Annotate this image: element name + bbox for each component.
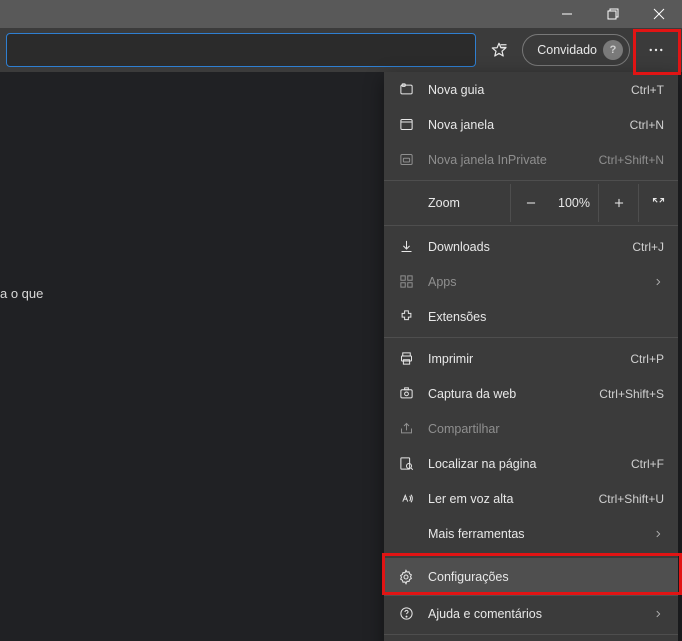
menu-label: Downloads xyxy=(428,240,618,254)
menu-item-print[interactable]: Imprimir Ctrl+P xyxy=(384,341,678,376)
page-text-fragment: a o que xyxy=(0,286,43,301)
settings-and-more-menu: Nova guia Ctrl+T Nova janela Ctrl+N Nova… xyxy=(384,72,678,641)
menu-shortcut: Ctrl+P xyxy=(630,352,664,366)
menu-item-share: Compartilhar xyxy=(384,411,678,446)
menu-separator xyxy=(384,225,678,226)
menu-separator xyxy=(384,554,678,555)
menu-shortcut: Ctrl+Shift+S xyxy=(599,387,664,401)
menu-shortcut: Ctrl+Shift+U xyxy=(599,492,664,506)
window-minimize-button[interactable] xyxy=(544,0,590,28)
zoom-label: Zoom xyxy=(428,196,510,210)
zoom-out-button[interactable] xyxy=(510,184,550,222)
chevron-right-icon xyxy=(652,609,664,619)
menu-shortcut: Ctrl+F xyxy=(631,457,664,471)
help-icon xyxy=(398,606,414,622)
zoom-percent: 100% xyxy=(550,196,598,210)
menu-item-read-aloud[interactable]: Ler em voz alta Ctrl+Shift+U xyxy=(384,481,678,516)
window-close-button[interactable] xyxy=(636,0,682,28)
menu-label: Ler em voz alta xyxy=(428,492,585,506)
menu-separator xyxy=(384,337,678,338)
menu-item-new-tab[interactable]: Nova guia Ctrl+T xyxy=(384,72,678,107)
menu-label: Configurações xyxy=(428,570,664,584)
menu-label: Ajuda e comentários xyxy=(428,607,638,621)
window-restore-button[interactable] xyxy=(590,0,636,28)
menu-label: Extensões xyxy=(428,310,664,324)
chevron-right-icon xyxy=(652,529,664,539)
inprivate-icon xyxy=(398,152,414,168)
menu-label: Nova janela xyxy=(428,118,616,132)
menu-label: Compartilhar xyxy=(428,422,664,436)
menu-item-help[interactable]: Ajuda e comentários xyxy=(384,596,678,631)
apps-icon xyxy=(398,274,414,290)
menu-label: Apps xyxy=(428,275,638,289)
downloads-icon xyxy=(398,239,414,255)
menu-item-apps[interactable]: Apps xyxy=(384,264,678,299)
browser-toolbar: Convidado ? xyxy=(0,28,682,72)
settings-and-more-button[interactable] xyxy=(639,34,673,66)
profile-label: Convidado xyxy=(537,43,597,57)
zoom-in-button[interactable] xyxy=(598,184,638,222)
menu-shortcut: Ctrl+T xyxy=(631,83,664,97)
menu-label: Localizar na página xyxy=(428,457,617,471)
window-titlebar xyxy=(0,0,682,28)
find-icon xyxy=(398,456,414,472)
menu-separator xyxy=(384,634,678,635)
fullscreen-button[interactable] xyxy=(638,184,678,222)
menu-item-settings[interactable]: Configurações xyxy=(384,558,678,596)
profile-button[interactable]: Convidado ? xyxy=(522,34,630,66)
menu-label: Imprimir xyxy=(428,352,616,366)
extensions-icon xyxy=(398,309,414,325)
menu-item-new-window[interactable]: Nova janela Ctrl+N xyxy=(384,107,678,142)
menu-separator xyxy=(384,180,678,181)
address-bar[interactable] xyxy=(6,33,476,67)
menu-label: Nova janela InPrivate xyxy=(428,153,585,167)
chevron-right-icon xyxy=(652,277,664,287)
menu-shortcut: Ctrl+Shift+N xyxy=(599,153,664,167)
menu-shortcut: Ctrl+J xyxy=(632,240,664,254)
menu-label: Nova guia xyxy=(428,83,617,97)
gear-icon xyxy=(398,569,414,585)
avatar-icon: ? xyxy=(603,40,623,60)
menu-item-downloads[interactable]: Downloads Ctrl+J xyxy=(384,229,678,264)
web-capture-icon xyxy=(398,386,414,402)
menu-item-extensions[interactable]: Extensões xyxy=(384,299,678,334)
menu-item-new-inprivate: Nova janela InPrivate Ctrl+Shift+N xyxy=(384,142,678,177)
menu-shortcut: Ctrl+N xyxy=(630,118,664,132)
menu-item-find[interactable]: Localizar na página Ctrl+F xyxy=(384,446,678,481)
menu-item-more-tools[interactable]: Mais ferramentas xyxy=(384,516,678,551)
menu-label: Mais ferramentas xyxy=(428,527,638,541)
menu-label: Captura da web xyxy=(428,387,585,401)
menu-item-web-capture[interactable]: Captura da web Ctrl+Shift+S xyxy=(384,376,678,411)
print-icon xyxy=(398,351,414,367)
new-tab-icon xyxy=(398,82,414,98)
favorites-button[interactable] xyxy=(482,33,516,67)
share-icon xyxy=(398,421,414,437)
menu-item-zoom: Zoom 100% xyxy=(384,184,678,222)
read-aloud-icon xyxy=(398,491,414,507)
new-window-icon xyxy=(398,117,414,133)
